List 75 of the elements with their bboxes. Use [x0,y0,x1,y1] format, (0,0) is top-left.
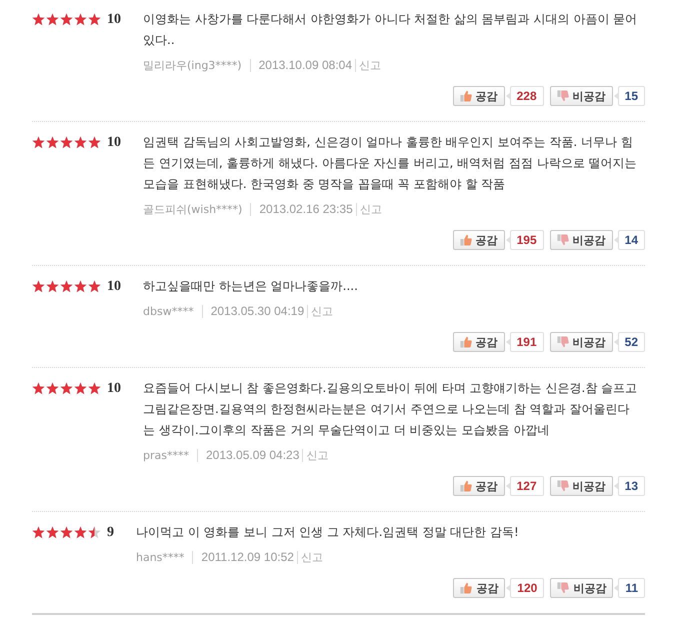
author-name: 밀리라우(ing3****) [143,58,242,72]
thumbs-up-icon [460,336,472,348]
star-icon [46,13,59,26]
dislike-count: 13 [614,476,645,496]
like-button[interactable]: 공감 [452,332,505,352]
like-button[interactable]: 공감 [452,230,505,250]
thumbs-up-icon [460,582,472,594]
review-date: 2013.05.09 04:23 [196,449,300,462]
star-icon [32,13,45,26]
author-name: dbsw**** [143,304,194,318]
dislike-button[interactable]: 비공감 [550,230,613,250]
like-button[interactable]: 공감 [452,476,505,496]
review-date: 2013.10.09 08:04 [250,59,352,72]
review-text: 요즘들어 다시보니 참 좋은영화다.길용의오토바이 뒤에 타며 고향얘기하는 신은경.참 슬프고 그림같은장면.길용역의 한정현씨라는분은 여기서 주연으로 나오는데 참 역할과 잘어울린다는 생각이.그이후의 작품은 거의 무술단역이고 더 비중있는 모습봤음 아깝네 [143,380,638,439]
review-date: 2013.02.16 23:35 [250,203,353,216]
thumbs-up-icon [460,480,472,492]
review-text: 나이먹고 이 영화를 보니 그저 인생 그 자체다.임권택 정말 대단한 감독! [136,524,520,541]
review-date: 2011.12.09 10:52 [192,551,294,564]
star-icon [74,280,87,293]
like-count: 120 [506,578,544,598]
star-icon [88,136,101,149]
thumbs-down-icon [556,234,569,246]
star-icon [88,382,101,395]
rating-score: 10 [107,134,121,150]
thumbs-down-icon [557,582,570,594]
star-icon [32,136,45,149]
review-date: 2013.05.30 04:19 [202,305,304,318]
star-icon [88,13,101,26]
star-icon [32,526,45,539]
review-text: 하고싶을때만 하는년은 얼마나좋을까.... [143,278,359,295]
star-icon [60,526,73,539]
star-icon [74,382,87,395]
star-icon [74,526,87,539]
dislike-button[interactable]: 비공감 [550,332,613,352]
star-icon [46,280,59,293]
author-name: 골드피쉬(wish****) [143,202,242,216]
star-icon [32,280,45,293]
review-text: 이영화는 사창가를 다룬다해서 야한영화가 아니다 처절한 삶의 몸부림과 시대의 아픔이 묻어있다.. [143,11,638,49]
rating-score: 10 [107,278,121,294]
star-icon [74,13,87,26]
star-icon [74,136,87,149]
like-count: 195 [506,230,544,250]
rating-score: 10 [107,380,121,396]
dislike-button[interactable]: 비공감 [550,476,613,496]
author-name: hans**** [136,550,184,564]
thumbs-down-icon [556,90,569,102]
like-count: 228 [506,86,544,106]
rating-score: 9 [107,524,114,540]
dislike-count: 11 [614,578,645,598]
thumbs-down-icon [556,336,569,348]
like-count: 127 [506,476,544,496]
rating-score: 10 [107,12,121,28]
star-icon [46,526,59,539]
review-text: 임권택 감독님의 사회고발영화, 신은경이 얼마나 훌륭한 배우인지 보여주는 작품. 너무나 힘든 연기였는데, 훌륭하게 해냈다. 아름다운 자신를 버리고, 배역처럼 점점 나락으로 떨어지는 모습을 표현해냈다. 한국영화 중 명작을 꼽을때 꼭 포함해야 할 작품 [143,134,638,193]
author-name: pras**** [143,448,189,462]
thumbs-down-icon [556,480,569,492]
star-icon [32,382,45,395]
star-icon [60,136,73,149]
thumbs-up-icon [460,90,472,102]
star-icon [60,13,73,26]
dislike-button[interactable]: 비공감 [550,86,613,106]
dislike-count: 14 [614,230,645,250]
like-button[interactable]: 공감 [453,578,506,598]
thumbs-up-icon [460,234,472,246]
dislike-count: 15 [614,86,645,106]
dislike-count: 52 [614,332,645,352]
like-count: 191 [506,332,544,352]
star-icon [46,136,59,149]
like-button[interactable]: 공감 [452,86,505,106]
star-icon [60,280,73,293]
star-icon [88,280,101,293]
star-icon [46,382,59,395]
dislike-button[interactable]: 비공감 [550,578,614,598]
half-star-icon [88,526,101,539]
star-icon [60,382,73,395]
